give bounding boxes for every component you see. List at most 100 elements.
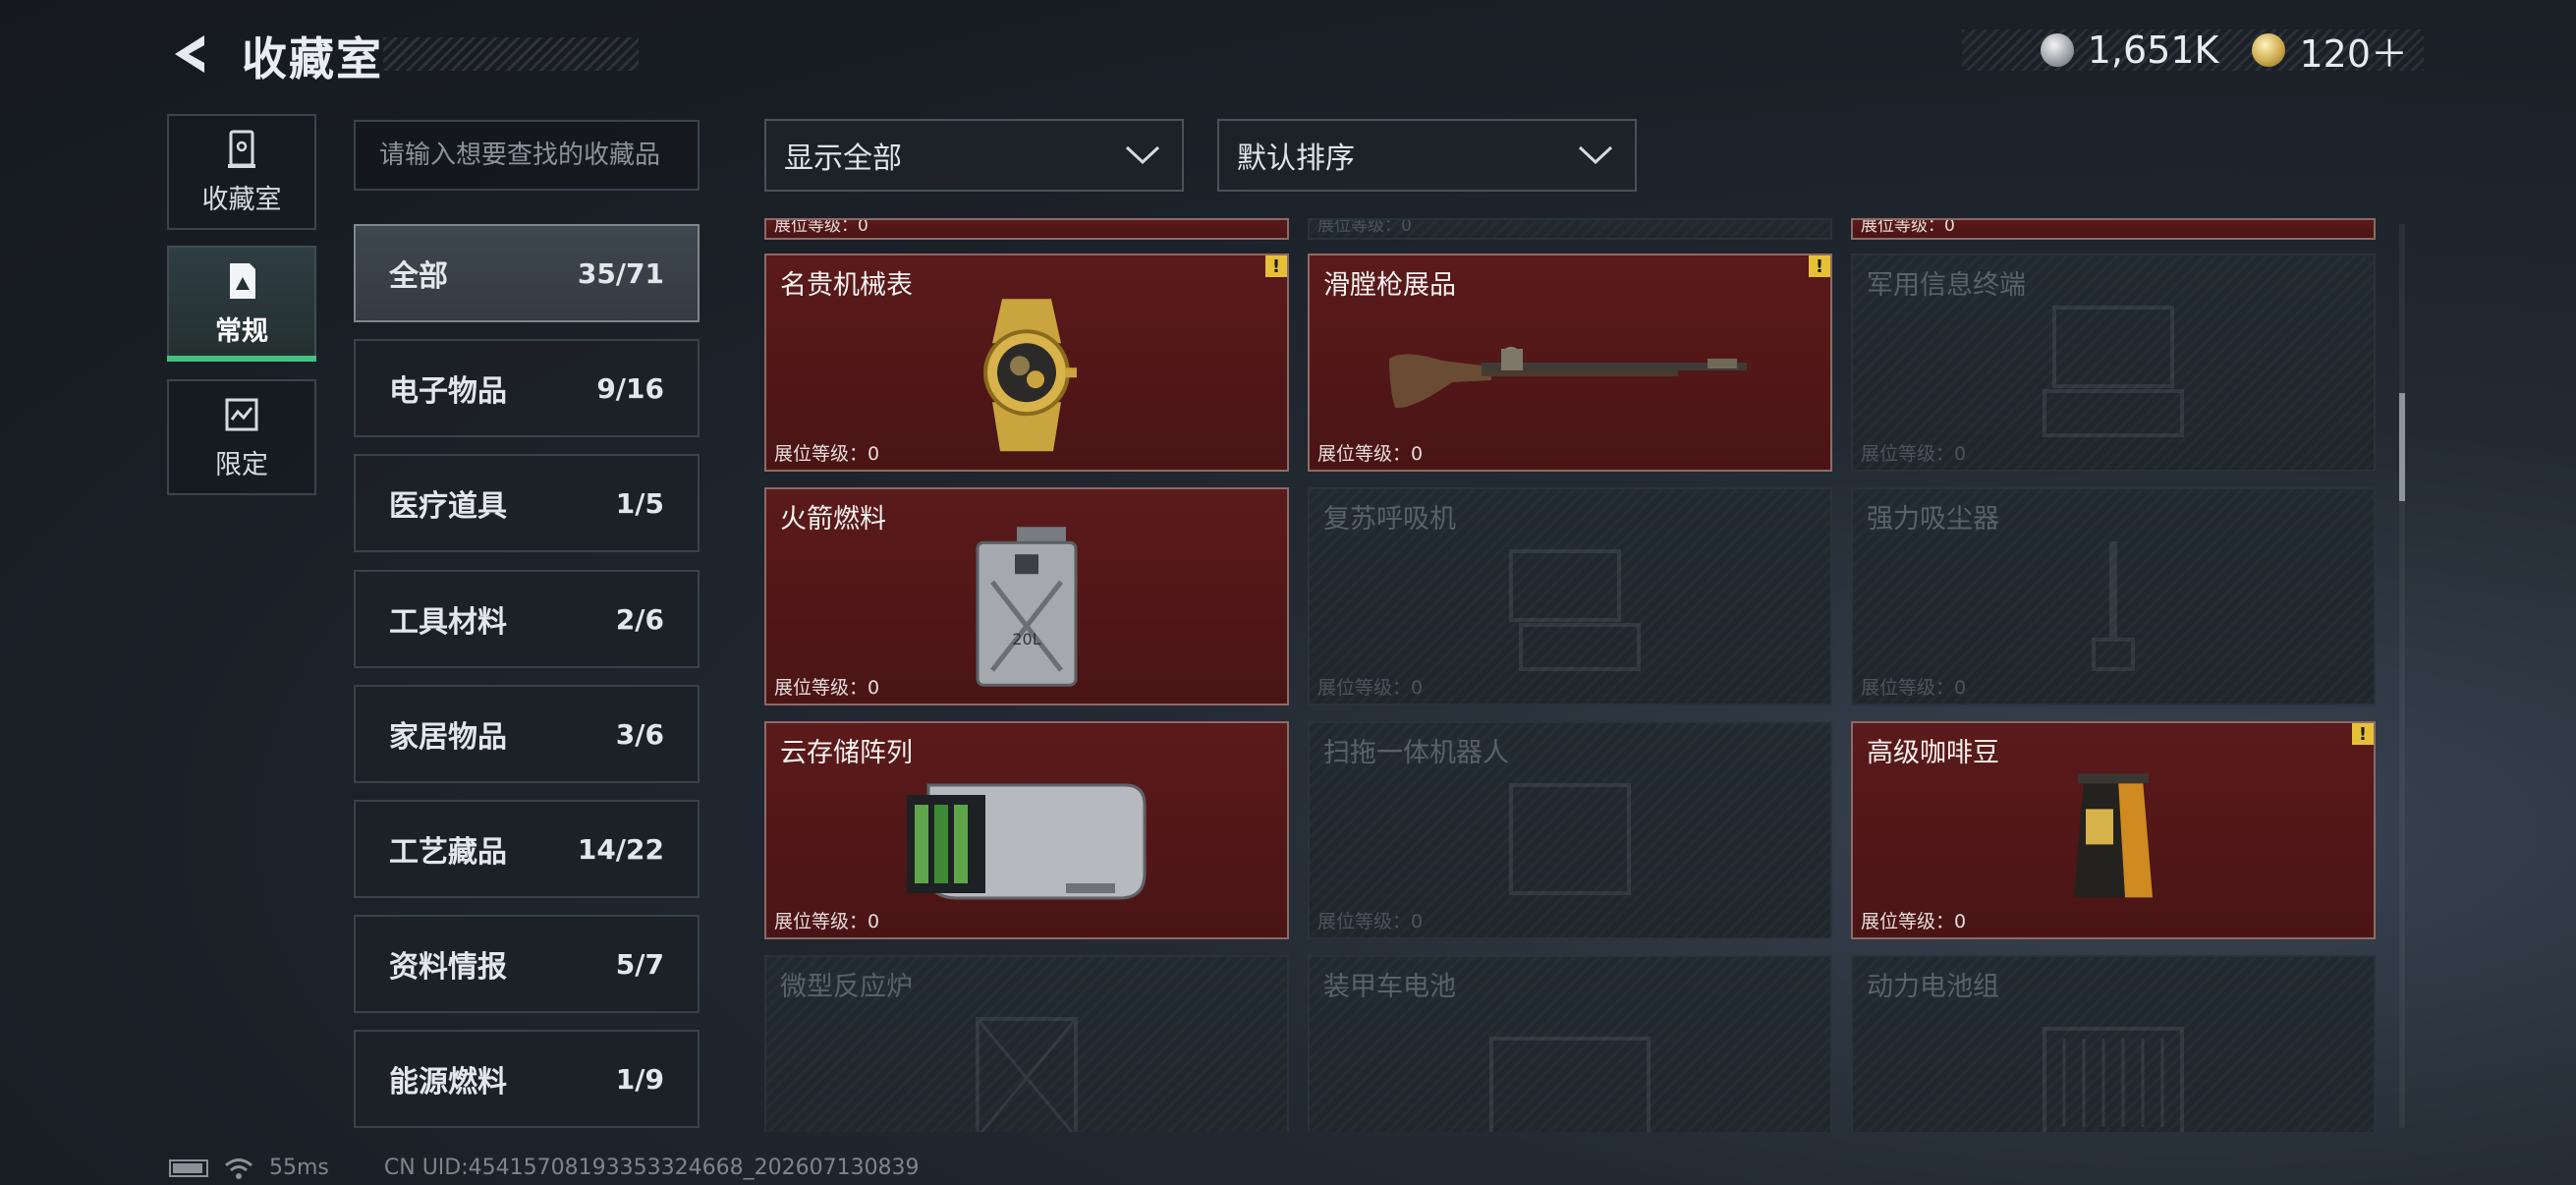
grid-scrollbar[interactable] (2399, 224, 2405, 1128)
robot-vacuum-image (1509, 783, 1631, 895)
user-uid: CN UID:45415708193353324668_202607130839 (383, 1156, 920, 1180)
silver-coin-icon (2040, 33, 2074, 67)
tile-level: 展位等级：0 (1861, 677, 1967, 699)
tile-level: 展位等级：0 (1317, 218, 1412, 236)
collection-tile[interactable]: 云存储阵列 展位等级：0 (764, 721, 1289, 939)
tile-name: 复苏呼吸机 (1323, 504, 1456, 535)
collection-tile[interactable]: 复苏呼吸机 展位等级：0 (1308, 487, 1832, 705)
category-tools[interactable]: 工具材料 2/6 (354, 570, 700, 668)
category-count: 3/6 (615, 717, 664, 751)
category-label: 工具材料 (389, 605, 507, 640)
side-nav-collection-room[interactable]: 收藏室 (167, 114, 316, 230)
cloud-storage-array-image (907, 783, 1147, 900)
collection-tile[interactable]: 展位等级：0 (1851, 218, 2376, 240)
tile-name: 高级咖啡豆 (1867, 738, 1999, 768)
title-decoration (383, 37, 639, 71)
category-electronics[interactable]: 电子物品 9/16 (354, 339, 700, 437)
wifi-icon (225, 1157, 252, 1179)
side-nav-limited[interactable]: 限定 (167, 379, 316, 495)
category-label: 能源燃料 (389, 1065, 507, 1100)
category-count: 14/22 (577, 832, 664, 866)
tile-level: 展位等级：0 (1317, 911, 1424, 932)
tile-level: 展位等级：0 (1317, 443, 1424, 465)
category-label: 家居物品 (389, 720, 507, 755)
category-energy[interactable]: 能源燃料 1/9 (354, 1030, 700, 1128)
jerrycan-image: 20L (976, 527, 1078, 687)
active-tab-indicator (167, 356, 316, 362)
category-all[interactable]: 全部 35/71 (354, 224, 700, 322)
search-input[interactable] (354, 120, 700, 191)
category-label: 全部 (389, 259, 448, 294)
category-count: 1/9 (615, 1062, 664, 1096)
category-count: 9/16 (596, 371, 664, 405)
tile-name: 强力吸尘器 (1867, 504, 1999, 535)
musket-image (1389, 347, 1747, 409)
tile-name: 动力电池组 (1867, 972, 1999, 1002)
collection-room-icon (228, 130, 255, 168)
new-badge-icon: ! (2352, 723, 2374, 745)
collection-tile[interactable]: 展位等级：0 (764, 218, 1289, 240)
battery-icon (169, 1158, 208, 1177)
tile-name: 云存储阵列 (780, 738, 913, 768)
back-arrow-icon[interactable] (167, 29, 216, 79)
tile-level: 展位等级：0 (1861, 218, 1955, 236)
tile-level: 展位等级：0 (1861, 443, 1967, 465)
silver-coin-amount: 1,651K (2087, 28, 2219, 72)
collection-tile[interactable]: 强力吸尘器 展位等级：0 (1851, 487, 2376, 705)
collection-tile[interactable]: 火箭燃料 20L 展位等级：0 (764, 487, 1289, 705)
side-nav-regular[interactable]: 常规 (167, 246, 316, 362)
category-household[interactable]: 家居物品 3/6 (354, 685, 700, 783)
category-label: 工艺藏品 (389, 835, 507, 870)
tile-name: 装甲车电池 (1323, 972, 1456, 1002)
tile-level: 展位等级：0 (1317, 677, 1424, 699)
tile-level: 展位等级：0 (774, 443, 880, 465)
filter-dropdown[interactable]: 显示全部 (764, 119, 1184, 192)
collection-tile[interactable]: 扫拖一体机器人 展位等级：0 (1308, 721, 1832, 939)
tile-level: 展位等级：0 (774, 911, 880, 932)
side-nav-label: 常规 (215, 315, 268, 347)
collection-grid: 展位等级：0 展位等级：0 展位等级：0 名贵机械表 ! 展位等级：0 滑膛枪展… (764, 218, 2381, 1132)
side-nav-label: 限定 (215, 449, 268, 480)
category-count: 5/7 (615, 947, 664, 981)
gold-coin-icon (2252, 33, 2286, 67)
category-label: 电子物品 (389, 374, 507, 409)
chevron-down-icon (1578, 145, 1613, 165)
vacuum-cleaner-image (2092, 541, 2135, 671)
category-medical[interactable]: 医疗道具 1/5 (354, 454, 700, 552)
collection-tile[interactable]: 高级咖啡豆 ! 展位等级：0 (1851, 721, 2376, 939)
category-crafts[interactable]: 工艺藏品 14/22 (354, 800, 700, 898)
tile-level: 展位等级：0 (774, 677, 880, 699)
category-label: 资料情报 (389, 950, 507, 985)
collection-tile[interactable]: 名贵机械表 ! 展位等级：0 (764, 254, 1289, 472)
ventilator-image (1509, 549, 1641, 671)
side-nav-label: 收藏室 (201, 184, 282, 215)
collection-tile[interactable]: 展位等级：0 (1308, 218, 1832, 240)
gold-coin-amount[interactable]: 120＋ (2299, 24, 2408, 78)
collection-tile[interactable]: 微型反应炉 (764, 955, 1289, 1132)
category-intel[interactable]: 资料情报 5/7 (354, 915, 700, 1013)
chevron-down-icon (1125, 145, 1160, 165)
tile-name: 扫拖一体机器人 (1323, 738, 1509, 768)
coffee-bean-bag-image (2074, 773, 2153, 898)
tile-name: 火箭燃料 (780, 504, 886, 535)
grid-scrollbar-thumb[interactable] (2399, 393, 2405, 501)
page-title: 收藏室 (242, 32, 383, 85)
sort-selected: 默认排序 (1237, 141, 1355, 176)
luxury-watch-image (983, 299, 1077, 452)
new-badge-icon: ! (1809, 255, 1830, 277)
limited-ticket-icon (225, 398, 258, 430)
tile-name: 滑膛枪展品 (1323, 270, 1456, 301)
armored-vehicle-battery-image (1489, 1037, 1651, 1132)
category-count: 1/5 (615, 486, 664, 520)
military-terminal-image (2043, 306, 2184, 437)
sort-dropdown[interactable]: 默认排序 (1217, 119, 1637, 192)
tile-name: 名贵机械表 (780, 270, 913, 301)
collection-tile[interactable]: 动力电池组 (1851, 955, 2376, 1132)
currency-bar: 1,651K 120＋ (1962, 28, 2424, 76)
category-count: 2/6 (615, 602, 664, 636)
power-battery-pack-image (2043, 1027, 2184, 1132)
collection-tile[interactable]: 军用信息终端 展位等级：0 (1851, 254, 2376, 472)
collection-tile[interactable]: 装甲车电池 (1308, 955, 1832, 1132)
new-badge-icon: ! (1265, 255, 1287, 277)
collection-tile[interactable]: 滑膛枪展品 ! 展位等级：0 (1308, 254, 1832, 472)
